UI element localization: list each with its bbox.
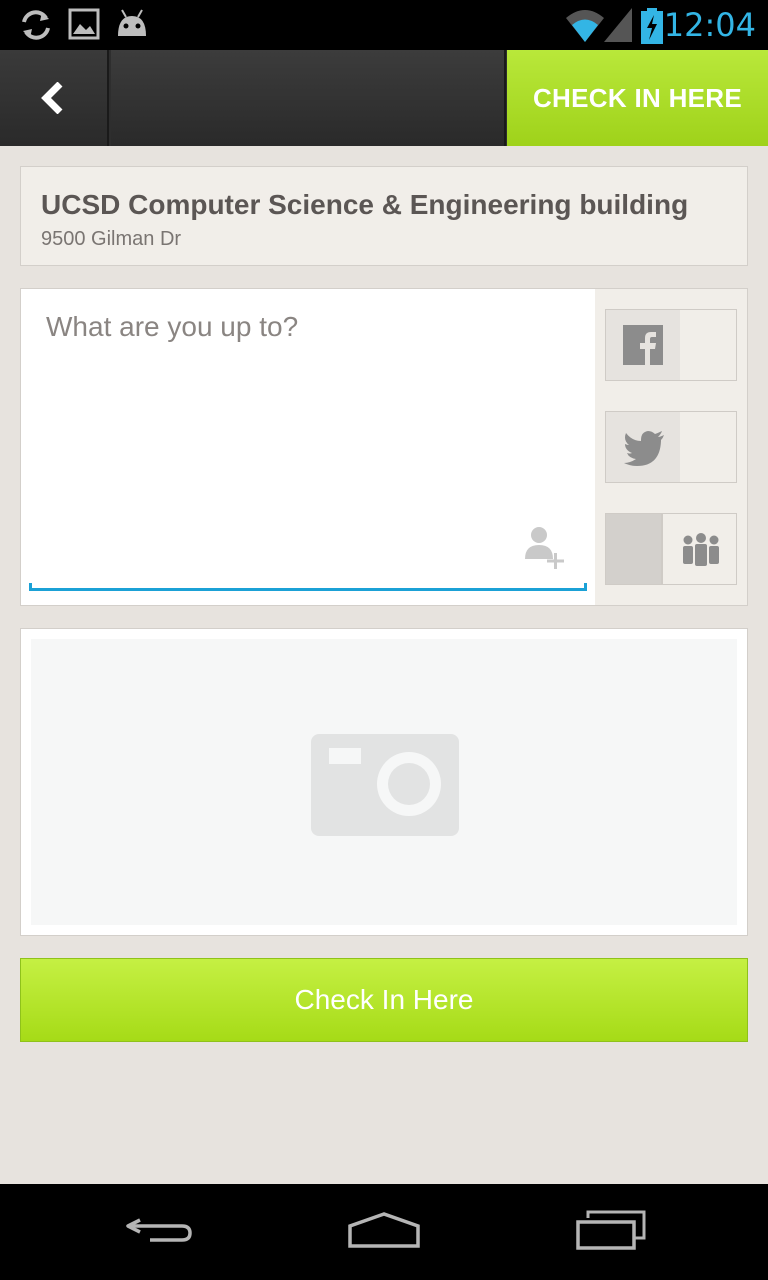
check-in-top-button[interactable]: CHECK IN HERE xyxy=(507,50,768,146)
twitter-icon xyxy=(624,431,664,466)
signal-icon xyxy=(604,8,632,42)
input-underline xyxy=(29,583,587,591)
camera-icon xyxy=(311,734,459,836)
venue-name: UCSD Computer Science & Engineering buil… xyxy=(41,189,689,220)
recents-icon[interactable] xyxy=(572,1210,648,1250)
comment-placeholder: What are you up to? xyxy=(46,311,299,342)
comment-panel: What are you up to? xyxy=(20,288,748,606)
home-icon[interactable] xyxy=(344,1210,424,1250)
photo-picker[interactable] xyxy=(20,628,748,936)
battery-charging-icon xyxy=(641,8,663,44)
check-in-button[interactable]: Check In Here xyxy=(20,958,748,1042)
navigation-bar xyxy=(0,1184,768,1280)
twitter-share-toggle[interactable] xyxy=(605,411,737,483)
action-bar: CHECK IN HERE xyxy=(0,50,768,146)
venue-address: 9500 Gilman Dr xyxy=(41,228,182,250)
android-icon xyxy=(118,9,146,36)
wifi-icon xyxy=(566,10,604,42)
friends-icon xyxy=(683,533,719,566)
image-icon xyxy=(68,8,100,40)
facebook-share-toggle[interactable] xyxy=(605,309,737,381)
venue-card: UCSD Computer Science & Engineering buil… xyxy=(20,166,748,266)
comment-input[interactable]: What are you up to? xyxy=(21,289,595,605)
back-icon[interactable] xyxy=(124,1210,196,1250)
sync-icon xyxy=(22,10,50,40)
facebook-icon xyxy=(623,325,663,365)
add-person-icon[interactable] xyxy=(525,525,565,571)
chevron-left-icon xyxy=(41,82,63,114)
status-bar: 12:04 xyxy=(0,0,768,50)
friends-share-toggle[interactable] xyxy=(605,513,737,585)
back-button[interactable] xyxy=(0,50,109,146)
clock: 12:04 xyxy=(663,6,756,44)
action-bar-title-area xyxy=(111,50,506,146)
photo-placeholder xyxy=(31,639,737,925)
